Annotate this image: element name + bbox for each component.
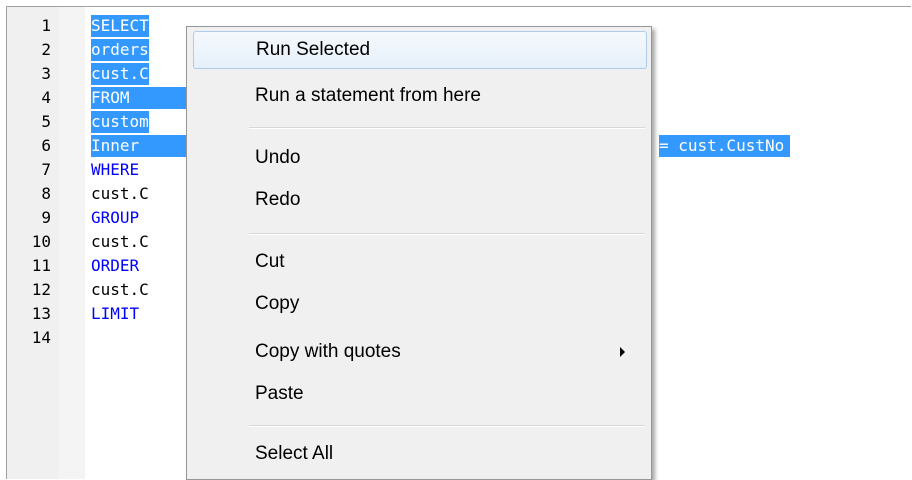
code-line[interactable]: LIMIT: [91, 303, 139, 325]
code-line[interactable]: GROUP: [91, 207, 139, 229]
menu-item-redo[interactable]: Redo: [193, 181, 647, 219]
menu-item-paste[interactable]: Paste: [193, 375, 647, 413]
menu-separator: [249, 425, 645, 427]
code-line[interactable]: ORDER: [91, 255, 139, 277]
code-line[interactable]: FROM: [91, 87, 201, 109]
line-number: 2: [41, 40, 51, 59]
line-number-gutter: 1 2 3 4 5 6 7 8 9 10 11 12 13 14: [7, 7, 60, 479]
line-number: 10: [31, 232, 51, 251]
context-menu: Run Selected Run a statement from here U…: [186, 26, 652, 480]
line-number: 5: [41, 112, 51, 131]
code-line[interactable]: cust.C: [91, 183, 149, 205]
menu-item-cut[interactable]: Cut: [193, 243, 647, 281]
line-number: 12: [31, 280, 51, 299]
menu-item-run-selected[interactable]: Run Selected: [193, 31, 647, 69]
menu-separator: [249, 127, 645, 129]
code-line[interactable]: custom: [91, 111, 149, 133]
menu-separator: [249, 233, 645, 235]
line-number: 6: [41, 136, 51, 155]
menu-item-undo[interactable]: Undo: [193, 139, 647, 177]
code-line[interactable]: SELECT: [91, 15, 149, 37]
menu-item-select-all[interactable]: Select All: [193, 435, 647, 473]
code-line[interactable]: cust.C: [91, 231, 149, 253]
code-line-selected-tail[interactable]: = cust.CustNo: [659, 135, 791, 157]
line-number: 13: [31, 304, 51, 323]
menu-item-copy-with-quotes[interactable]: Copy with quotes: [193, 333, 647, 371]
code-line[interactable]: cust.C: [91, 279, 149, 301]
menu-item-run-statement-from-here[interactable]: Run a statement from here: [193, 77, 647, 115]
fold-margin: [59, 7, 85, 479]
line-number: 3: [41, 64, 51, 83]
line-number: 7: [41, 160, 51, 179]
submenu-arrow-icon: [620, 347, 625, 357]
menu-item-label: Copy with quotes: [255, 341, 401, 362]
code-line[interactable]: cust.C: [91, 63, 149, 85]
line-number: 11: [31, 256, 51, 275]
code-line[interactable]: WHERE: [91, 159, 139, 181]
line-number: 14: [31, 328, 51, 347]
line-number: 1: [41, 16, 51, 35]
menu-item-copy[interactable]: Copy: [193, 285, 647, 323]
line-number: 4: [41, 88, 51, 107]
code-line[interactable]: Inner: [91, 135, 201, 157]
line-number: 9: [41, 208, 51, 227]
line-number: 8: [41, 184, 51, 203]
code-line[interactable]: orders: [91, 39, 149, 61]
